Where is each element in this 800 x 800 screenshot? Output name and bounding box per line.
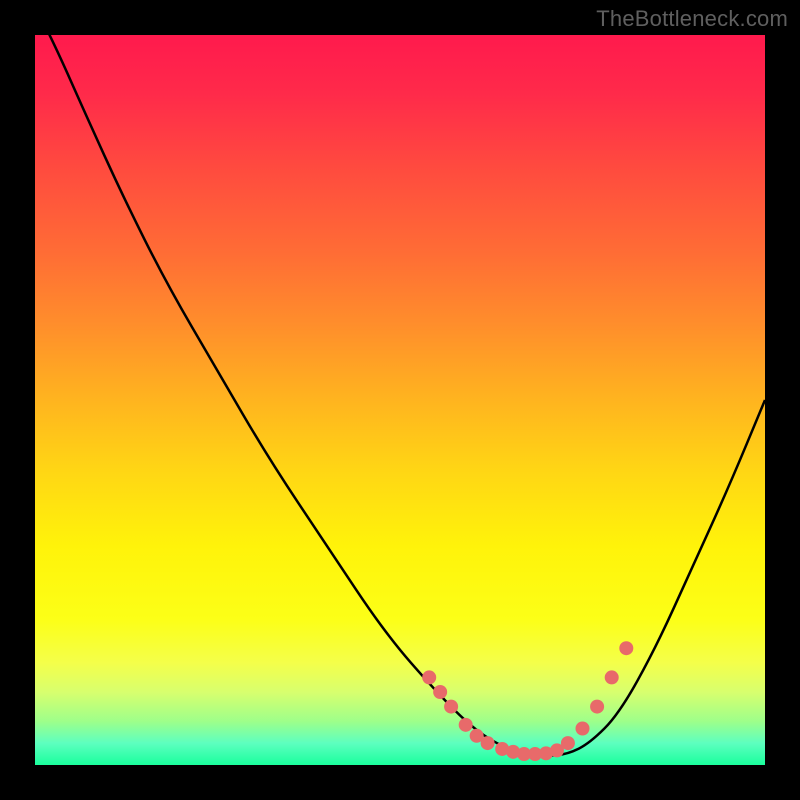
marker-dot bbox=[444, 700, 458, 714]
marker-dot bbox=[459, 718, 473, 732]
plot-area bbox=[35, 35, 765, 765]
marker-dot bbox=[481, 736, 495, 750]
bottom-markers bbox=[422, 641, 633, 761]
marker-dot bbox=[561, 736, 575, 750]
marker-dot bbox=[619, 641, 633, 655]
watermark-text: TheBottleneck.com bbox=[596, 6, 788, 32]
marker-dot bbox=[605, 670, 619, 684]
bottleneck-curve bbox=[35, 6, 765, 756]
chart-svg bbox=[35, 35, 765, 765]
marker-dot bbox=[433, 685, 447, 699]
marker-dot bbox=[590, 700, 604, 714]
chart-frame: TheBottleneck.com bbox=[0, 0, 800, 800]
marker-dot bbox=[576, 722, 590, 736]
marker-dot bbox=[422, 670, 436, 684]
